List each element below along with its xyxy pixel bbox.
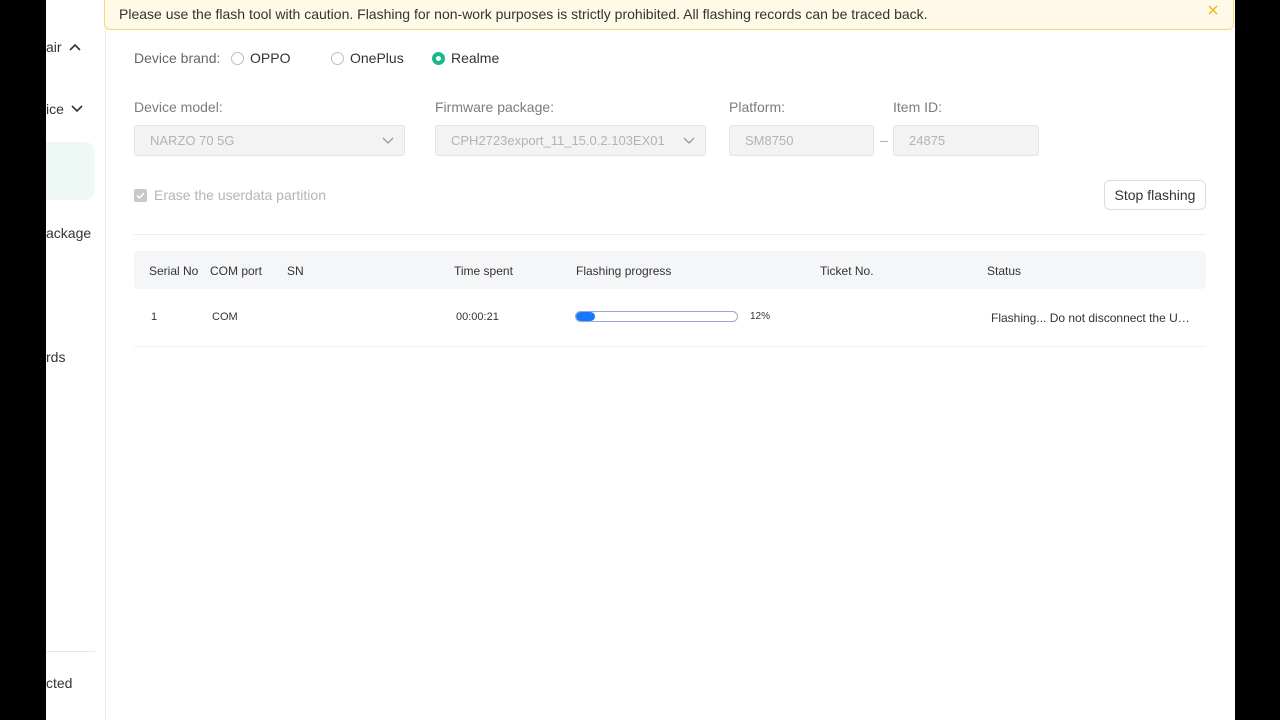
platform-value: SM8750 [745,133,794,148]
connection-status-label: cted [46,675,73,691]
checkbox-checked-icon[interactable] [134,188,147,202]
erase-userdata-checkbox-row[interactable]: Erase the userdata partition [134,187,326,203]
chevron-down-icon [382,137,394,144]
platform-label: Platform: [729,99,786,115]
cell-status: Flashing... Do not disconnect the USB ca… [991,311,1196,325]
sidebar-item-repair[interactable]: air [46,39,81,55]
device-model-value: NARZO 70 5G [150,133,235,148]
column-header-time-spent: Time spent [454,264,513,278]
radio-checked-icon[interactable] [432,51,445,65]
item-id-field[interactable]: 24875 [893,125,1039,156]
sidebar-item-package[interactable]: ackage [46,225,91,241]
brand-radio-oppo[interactable]: OPPO [231,50,290,66]
sidebar-item-records[interactable]: rds [46,349,65,365]
firmware-package-label: Firmware package: [435,99,555,115]
sidebar-item-label: rds [46,349,66,365]
sidebar-item-device[interactable]: ice [46,101,83,117]
column-header-sn: SN [287,264,304,278]
sidebar-item-label: ackage [46,225,92,241]
device-model-select[interactable]: NARZO 70 5G [134,125,405,156]
flashing-progress-bar [575,311,738,322]
chevron-down-icon [683,137,695,144]
sidebar-item-active[interactable] [46,142,95,200]
flashing-progress-fill [576,312,596,321]
sidebar: air ice ackage rds cted [46,0,106,720]
radio-icon[interactable] [231,51,244,65]
firmware-package-select[interactable]: CPH2723export_11_15.0.2.103EX01 [435,125,706,156]
item-id-value: 24875 [909,133,946,148]
cell-com-port: COM [212,311,238,323]
brand-radio-label: Realme [451,50,500,66]
column-header-flashing-progress: Flashing progress [576,264,672,278]
warning-banner-text: Please use the flash tool with caution. … [119,6,928,22]
table-row: 1 COM 00:00:21 12% Flashing... Do not di… [134,290,1206,347]
column-header-status: Status [987,264,1022,278]
brand-radio-realme[interactable]: Realme [432,50,499,66]
device-model-label: Device model: [134,99,223,115]
app-window: air ice ackage rds cted Please use the f… [46,0,1235,720]
device-brand-label: Device brand: [134,50,221,66]
firmware-package-value: CPH2723export_11_15.0.2.103EX01 [451,133,665,148]
range-dash: – [880,132,888,148]
item-id-label: Item ID: [893,99,943,115]
column-header-com-port: COM port [210,264,263,278]
sidebar-divider [46,651,95,652]
warning-banner: Please use the flash tool with caution. … [104,0,1234,30]
brand-radio-label: OnePlus [350,50,404,66]
connection-status: cted [46,675,72,691]
cell-progress-percent: 12% [750,311,771,322]
platform-field[interactable]: SM8750 [729,125,874,156]
chevron-down-icon [71,105,83,113]
table-header: Serial No COM port SN Time spent Flashin… [134,251,1206,289]
column-header-ticket-no: Ticket No. [820,264,874,278]
radio-icon[interactable] [331,51,344,65]
sidebar-item-label: ice [46,101,64,117]
sidebar-item-label: air [46,39,62,55]
cell-time-spent: 00:00:21 [456,311,499,323]
close-icon[interactable] [1207,4,1219,16]
cell-serial: 1 [151,311,158,323]
section-divider [134,234,1206,235]
erase-userdata-label: Erase the userdata partition [154,187,326,203]
stop-flashing-button[interactable]: Stop flashing [1104,180,1206,210]
chevron-up-icon [68,43,81,51]
column-header-serial: Serial No [149,264,199,278]
brand-radio-label: OPPO [250,50,291,66]
brand-radio-oneplus[interactable]: OnePlus [331,50,404,66]
